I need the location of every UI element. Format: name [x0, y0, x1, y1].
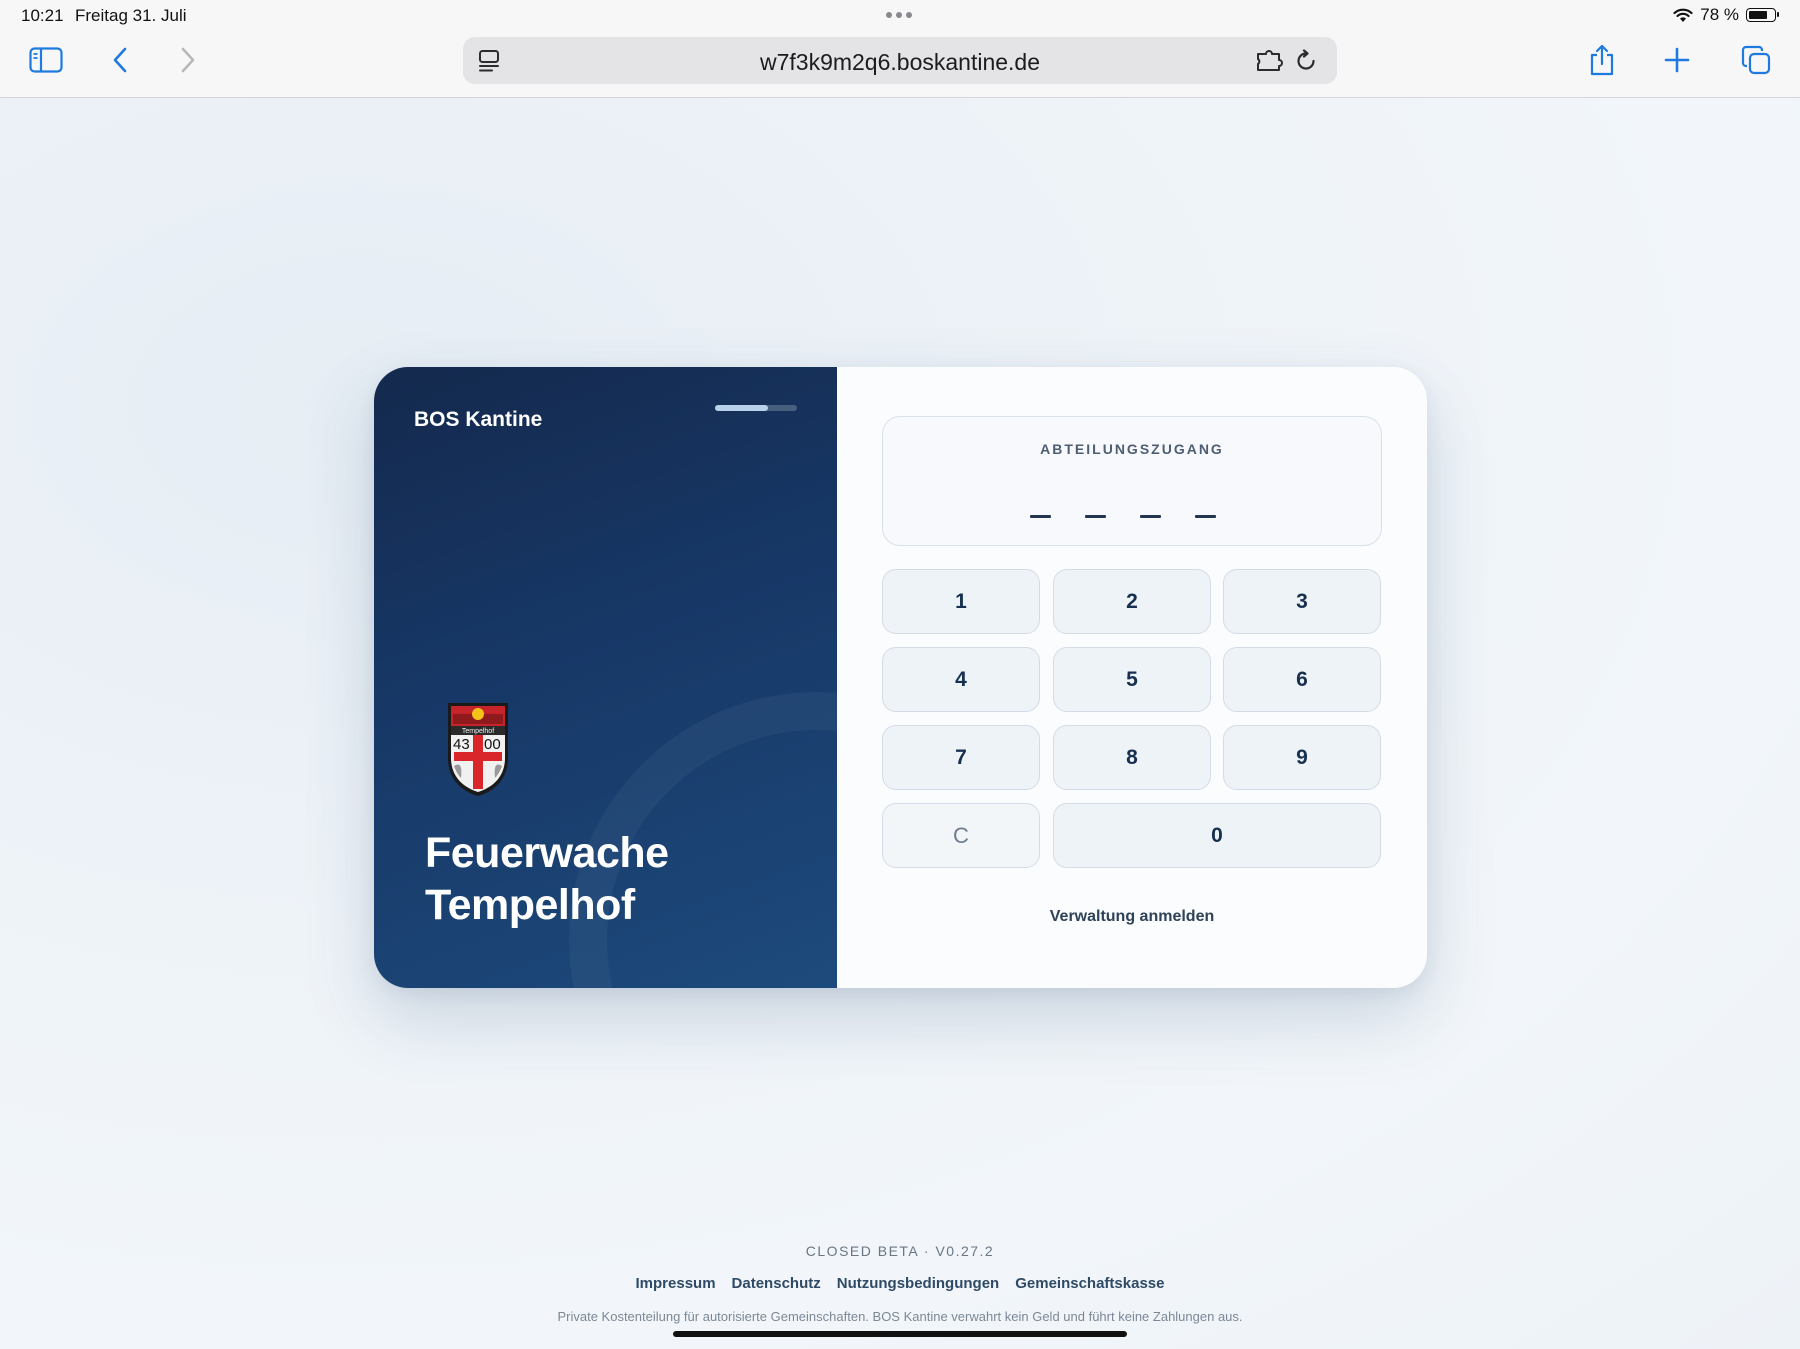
station-name: Feuerwache Tempelhof: [425, 827, 669, 931]
brand-title: BOS Kantine: [414, 408, 543, 431]
key-3[interactable]: 3: [1223, 569, 1381, 634]
key-1[interactable]: 1: [882, 569, 1040, 634]
status-right: 78 %: [1673, 5, 1779, 25]
pin-slot: [1195, 515, 1216, 518]
crest-number-left: 43: [453, 736, 470, 753]
battery-icon: [1746, 8, 1779, 22]
pin-slot: [1085, 515, 1106, 518]
pin-panel: ABTEILUNGSZUGANG 1 2 3 4 5 6 7 8 9 C 0 V…: [837, 367, 1427, 988]
login-card: BOS Kantine Tempelhof 43 00 Feuerwache T…: [374, 367, 1427, 988]
more-dots-icon[interactable]: [886, 12, 912, 18]
reload-icon[interactable]: [1292, 47, 1320, 75]
station-name-line1: Feuerwache: [425, 829, 669, 877]
admin-login-link[interactable]: Verwaltung anmelden: [837, 908, 1427, 926]
station-name-line2: Tempelhof: [425, 881, 635, 929]
pin-slot: [1140, 515, 1161, 518]
battery-percent: 78 %: [1700, 5, 1739, 24]
terms-link[interactable]: Nutzungsbedingungen: [837, 1275, 999, 1292]
pin-slots: [1030, 515, 1216, 518]
station-panel: BOS Kantine Tempelhof 43 00 Feuerwache T…: [374, 367, 837, 988]
step-progress: [715, 405, 797, 411]
disclaimer-text: Private Kostenteilung für autorisierte G…: [557, 1309, 1243, 1324]
extension-icon[interactable]: [1255, 47, 1283, 75]
status-date: Freitag 31. Juli: [75, 6, 187, 25]
impressum-link[interactable]: Impressum: [636, 1275, 716, 1292]
footer-links: Impressum Datenschutz Nutzungsbedingunge…: [0, 1275, 1800, 1292]
key-7[interactable]: 7: [882, 725, 1040, 790]
key-9[interactable]: 9: [1223, 725, 1381, 790]
pin-label: ABTEILUNGSZUGANG: [1040, 441, 1224, 457]
url-text[interactable]: w7f3k9m2q6.boskantine.de: [463, 49, 1337, 76]
pin-slot: [1030, 515, 1051, 518]
new-tab-icon[interactable]: [1655, 41, 1699, 79]
version-label: CLOSED BETA · V0.27.2: [805, 1243, 995, 1259]
home-indicator[interactable]: [673, 1331, 1127, 1337]
status-bar: 10:21 Freitag 31. Juli 78 %: [0, 0, 1800, 30]
browser-toolbar: w7f3k9m2q6.boskantine.de: [0, 30, 1800, 98]
crest-label: Tempelhof: [462, 728, 494, 735]
back-icon[interactable]: [98, 41, 142, 79]
crest-number-right: 00: [484, 736, 501, 753]
key-0[interactable]: 0: [1053, 803, 1381, 868]
key-6[interactable]: 6: [1223, 647, 1381, 712]
status-time: 10:21: [21, 6, 64, 25]
key-4[interactable]: 4: [882, 647, 1040, 712]
key-8[interactable]: 8: [1053, 725, 1211, 790]
pin-display: ABTEILUNGSZUGANG: [882, 416, 1382, 546]
datenschutz-link[interactable]: Datenschutz: [732, 1275, 821, 1292]
share-icon[interactable]: [1580, 41, 1624, 79]
key-2[interactable]: 2: [1053, 569, 1211, 634]
forward-icon[interactable]: [166, 41, 210, 79]
clear-button[interactable]: C: [882, 803, 1040, 868]
sidebar-icon[interactable]: [24, 41, 68, 79]
url-bar[interactable]: w7f3k9m2q6.boskantine.de: [463, 37, 1337, 84]
tabs-icon[interactable]: [1734, 41, 1778, 79]
wifi-icon: [1673, 8, 1693, 22]
key-5[interactable]: 5: [1053, 647, 1211, 712]
community-fund-link[interactable]: Gemeinschaftskasse: [1015, 1275, 1164, 1292]
station-crest: Tempelhof 43 00: [448, 703, 508, 796]
